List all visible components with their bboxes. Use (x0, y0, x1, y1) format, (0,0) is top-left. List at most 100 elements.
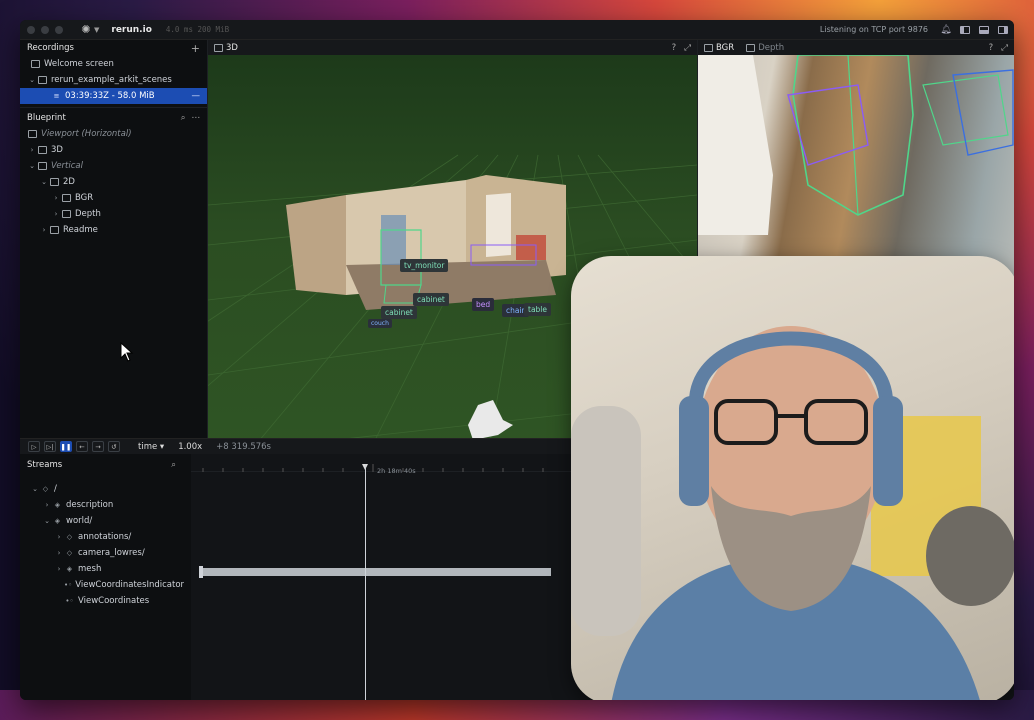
image-icon (61, 210, 72, 219)
search-icon[interactable]: ⌕ (171, 460, 176, 470)
presenter-video (571, 326, 1014, 700)
title-bar: ✺ ▼ rerun.io 4.0 ms 200 MiB Listening on… (20, 20, 1014, 40)
playback-speed[interactable]: 1.00x (178, 442, 202, 452)
chevron-right-icon[interactable]: › (54, 549, 64, 557)
blueprint-item-vertical[interactable]: ⌄ Vertical (20, 158, 207, 174)
more-options-icon[interactable]: ⋯ (192, 113, 201, 123)
blueprint-item-viewport[interactable]: Viewport (Horizontal) (20, 126, 207, 142)
blueprint-label: 3D (51, 145, 63, 155)
stream-item-view-coordinates-indicator[interactable]: •◦ ViewCoordinatesIndicator (20, 577, 184, 593)
stream-label: description (66, 500, 114, 510)
document-icon (49, 226, 60, 235)
rerun-menu-icon[interactable]: ✺ (79, 23, 93, 37)
recording-label: Welcome screen (44, 59, 114, 69)
object-label[interactable]: bed (472, 298, 495, 311)
tab-bgr[interactable]: BGR (704, 43, 734, 53)
chevron-right-icon[interactable]: › (54, 565, 64, 573)
maximize-icon[interactable]: ⤢ (684, 43, 691, 53)
chevron-down-icon[interactable]: ⌄ (42, 517, 52, 525)
step-forward-icon[interactable]: → (92, 441, 104, 452)
recording-item-selected[interactable]: ≡ 03:39:33Z - 58.0 MiB — (20, 88, 207, 104)
blueprint-label: Vertical (51, 161, 83, 171)
object-label[interactable]: cabinet (381, 306, 417, 319)
recordings-header: Recordings + (20, 40, 207, 56)
tab-depth[interactable]: Depth (746, 43, 784, 53)
stream-item-description[interactable]: › ◈ description (20, 497, 183, 513)
blueprint-label: 2D (63, 177, 75, 187)
chevron-down-icon[interactable]: ⌄ (27, 76, 37, 84)
help-icon[interactable]: ? (989, 43, 994, 53)
stream-label: annotations/ (78, 532, 132, 542)
entity-icon: ◈ (66, 565, 73, 573)
entity-icon: ◇ (66, 533, 73, 541)
viewport-icon (27, 130, 38, 139)
blueprint-item-3d[interactable]: › 3D (20, 142, 207, 158)
minimize-window-button[interactable] (41, 25, 49, 34)
play-icon[interactable]: ▷ (28, 441, 40, 452)
blueprint-header: Blueprint ⌕ ⋯ (20, 110, 207, 126)
performance-readout: 4.0 ms 200 MiB (165, 25, 230, 34)
blueprint-item-readme[interactable]: › Readme (20, 222, 207, 238)
entity-icon: ◇ (66, 549, 73, 557)
chevron-right-icon[interactable]: › (54, 533, 64, 541)
chevron-down-icon[interactable]: ⌄ (30, 485, 40, 493)
webcam-overlay (571, 256, 1014, 700)
stream-item-annotations[interactable]: › ◇ annotations/ (20, 529, 183, 545)
stream-label: / (54, 484, 57, 494)
chevron-down-icon[interactable]: ⌄ (39, 178, 49, 186)
chevron-right-icon[interactable]: › (51, 194, 61, 202)
blueprint-title: Blueprint (27, 113, 66, 123)
recording-label: rerun_example_arkit_scenes (51, 75, 172, 85)
step-back-icon[interactable]: ← (76, 441, 88, 452)
recording-item-welcome[interactable]: Welcome screen (20, 56, 207, 72)
toggle-left-panel-icon[interactable] (960, 25, 970, 34)
chevron-right-icon[interactable]: › (51, 210, 61, 218)
chevron-down-icon[interactable]: ⌄ (27, 162, 37, 170)
stream-item-camera-lowres[interactable]: › ◇ camera_lowres/ (20, 545, 183, 561)
time-cursor[interactable] (365, 464, 366, 700)
blueprint-item-2d[interactable]: ⌄ 2D (20, 174, 207, 190)
chevron-right-icon[interactable]: › (27, 146, 37, 154)
chevron-right-icon[interactable]: › (39, 226, 49, 234)
connection-status: Listening on TCP port 9876 (819, 25, 928, 34)
timeline-name: time (138, 441, 158, 452)
blueprint-label: Viewport (Horizontal) (41, 129, 132, 139)
chevron-right-icon[interactable]: › (42, 501, 52, 509)
loop-icon[interactable]: ↺ (108, 441, 120, 452)
toggle-bottom-panel-icon[interactable] (979, 25, 989, 34)
3d-view-icon (37, 146, 48, 155)
stream-label: mesh (78, 564, 102, 574)
search-icon[interactable]: ⌕ (181, 113, 186, 123)
recording-item-arkit[interactable]: ⌄ rerun_example_arkit_scenes (20, 72, 207, 88)
help-icon[interactable]: ? (672, 43, 677, 53)
stream-item-mesh[interactable]: › ◈ mesh (20, 561, 183, 577)
step-play-icon[interactable]: ▷| (44, 441, 56, 452)
stream-item-root[interactable]: ⌄ ◇ / (20, 481, 183, 497)
toggle-right-panel-icon[interactable] (998, 25, 1008, 34)
streams-title: Streams (27, 460, 63, 470)
zoom-window-button[interactable] (55, 25, 63, 34)
object-label[interactable]: table (524, 303, 551, 316)
blueprint-item-bgr[interactable]: › BGR (20, 190, 207, 206)
blueprint-item-depth[interactable]: › Depth (20, 206, 207, 222)
tab-3d[interactable]: 3D (214, 43, 238, 53)
timeline-selector[interactable]: time ▾ (138, 442, 164, 452)
object-label[interactable]: tv_monitor (400, 259, 449, 272)
blueprint-label: Depth (75, 209, 101, 219)
app-name: rerun.io (111, 24, 152, 35)
stream-item-view-coordinates[interactable]: •◦ ViewCoordinates (20, 593, 183, 609)
stream-item-world[interactable]: ⌄ ◈ world/ (20, 513, 183, 529)
add-recording-icon[interactable]: + (191, 42, 200, 55)
maximize-icon[interactable]: ⤢ (1001, 43, 1008, 53)
pause-icon[interactable]: ❚❚ (60, 441, 72, 452)
close-window-button[interactable] (27, 25, 35, 34)
blueprint-label: Readme (63, 225, 98, 235)
notifications-bell-icon[interactable]: 🔔︎ (940, 25, 951, 35)
object-label[interactable]: cabinet (413, 293, 449, 306)
left-panel: Recordings + Welcome screen ⌄ rerun_exam… (20, 40, 208, 454)
window-icon (30, 60, 41, 69)
component-icon: •◦ (65, 597, 74, 605)
object-label[interactable]: couch (368, 319, 392, 328)
remove-recording-icon[interactable]: — (192, 91, 201, 101)
current-time[interactable]: +8 319.576s (216, 442, 271, 452)
